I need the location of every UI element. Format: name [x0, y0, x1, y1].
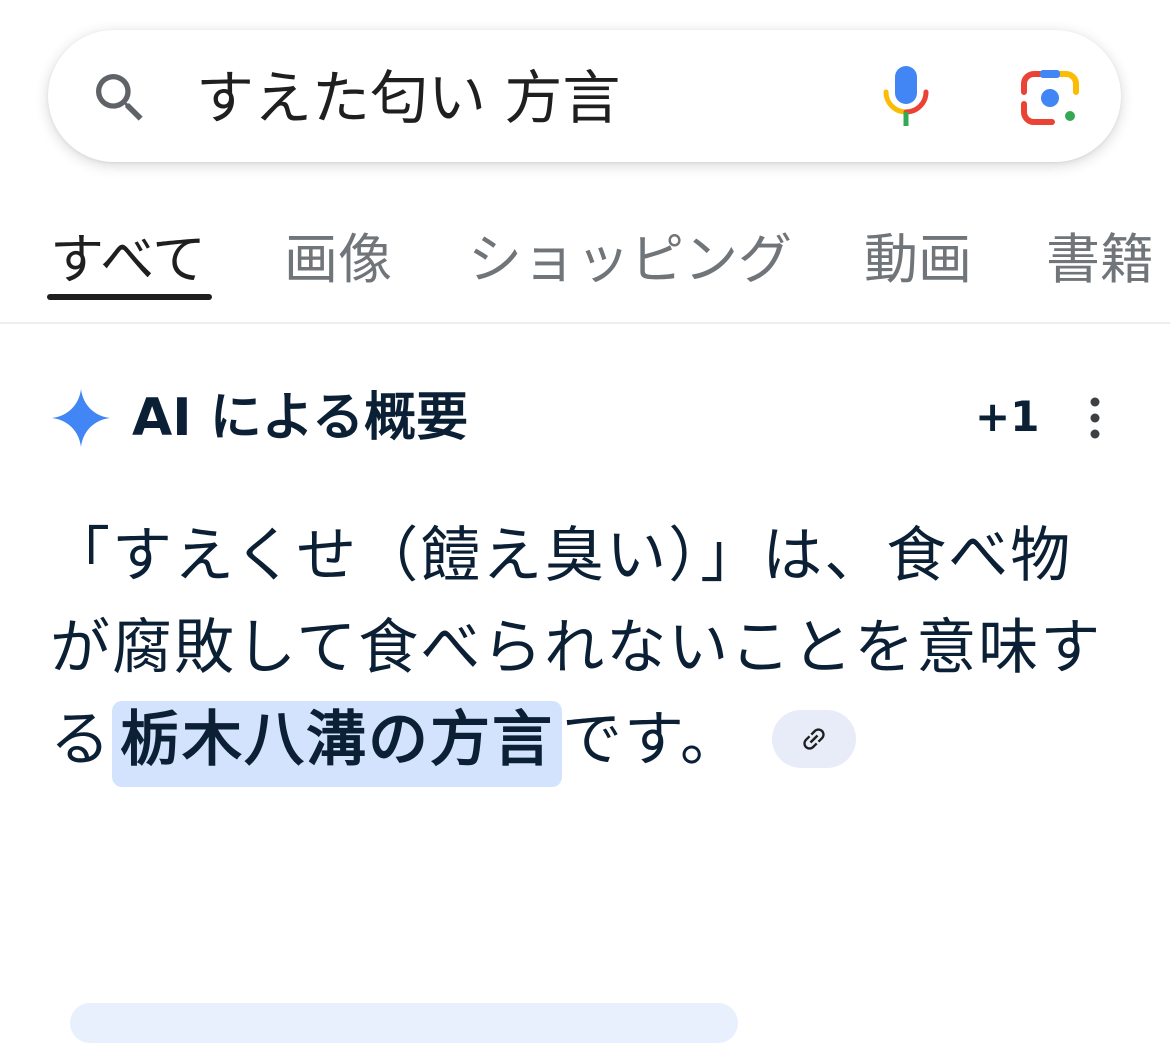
google-lens-icon[interactable] [1018, 66, 1082, 130]
summary-text-end: です。 [562, 705, 742, 775]
summary-highlight[interactable]: 栃木八溝の方言 [112, 701, 562, 787]
more-vert-icon[interactable] [1080, 394, 1110, 442]
tab-images[interactable]: 画像 [284, 222, 392, 298]
source-link-chip[interactable] [772, 710, 856, 769]
ai-overview-summary: 「すえくせ（饐え臭い）」は、食べ物が腐敗して食べられないことを意味する 栃木八溝の… [50, 510, 1130, 787]
tab-books[interactable]: 書籍 [1046, 222, 1154, 298]
search-tabs: すべて 画像 ショッピング 動画 書籍 [0, 200, 1170, 324]
ai-overview-title: AI による概要 [132, 388, 469, 448]
next-card-edge [70, 1003, 738, 1043]
tab-videos[interactable]: 動画 [864, 222, 972, 298]
tabs-divider [0, 322, 1170, 324]
active-tab-indicator [47, 294, 212, 300]
tab-shopping[interactable]: ショッピング [468, 222, 792, 298]
ai-sparkle-icon [52, 389, 110, 447]
search-icon[interactable] [88, 66, 152, 130]
source-count-button[interactable]: +1 [975, 386, 1039, 448]
link-icon [803, 728, 825, 751]
search-input[interactable]: すえた匂い 方言 [196, 58, 620, 138]
tab-all[interactable]: すべて [50, 222, 206, 298]
mic-icon[interactable] [878, 62, 934, 132]
